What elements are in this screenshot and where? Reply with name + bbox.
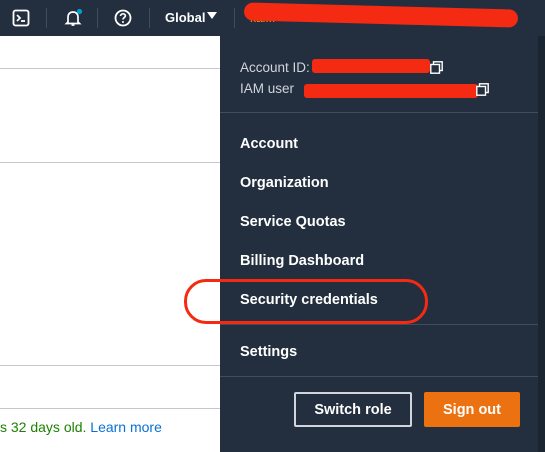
content-divider (0, 365, 222, 366)
dropdown-divider (220, 376, 545, 377)
account-id-row: Account ID: (240, 59, 310, 77)
redaction-mark (243, 2, 519, 28)
iam-user-row: IAM user (240, 80, 294, 98)
menu-item-billing-dashboard[interactable]: Billing Dashboard (240, 250, 364, 272)
switch-role-button[interactable]: Switch role (294, 392, 412, 427)
account-dropdown: Account ID: IAM user Account Organizatio… (220, 36, 545, 452)
bell-icon[interactable] (62, 7, 84, 29)
dropdown-divider (220, 324, 545, 325)
top-navigation-bar: Global kai... (0, 0, 545, 36)
sign-out-button[interactable]: Sign out (424, 392, 520, 427)
iam-user-label: IAM user (240, 81, 295, 96)
annotation-highlight-ring (184, 279, 428, 324)
content-divider (0, 162, 222, 163)
nav-divider (149, 8, 150, 28)
redaction-mark (312, 59, 430, 73)
learn-more-link[interactable]: Learn more (90, 419, 162, 435)
nav-divider (97, 8, 98, 28)
chevron-down-icon (207, 12, 217, 19)
menu-item-settings[interactable]: Settings (240, 341, 297, 363)
nav-divider (234, 8, 235, 28)
copy-icon[interactable] (430, 61, 443, 74)
dropdown-divider (220, 112, 545, 113)
menu-item-account[interactable]: Account (240, 133, 298, 155)
content-divider (0, 68, 222, 69)
content-divider (0, 408, 222, 409)
nav-divider (46, 8, 47, 28)
region-selector[interactable]: Global (165, 10, 205, 26)
cloudshell-icon[interactable] (10, 7, 32, 29)
copy-icon[interactable] (476, 83, 489, 96)
redaction-mark (304, 84, 478, 98)
key-age-notice: s 32 days old. Learn more (0, 419, 162, 435)
scrollbar[interactable] (538, 36, 545, 452)
notice-text: s 32 days old. (0, 419, 87, 435)
help-icon[interactable] (112, 7, 134, 29)
menu-item-organization[interactable]: Organization (240, 172, 329, 194)
account-id-label: Account ID: (240, 60, 310, 75)
menu-item-service-quotas[interactable]: Service Quotas (240, 211, 346, 233)
